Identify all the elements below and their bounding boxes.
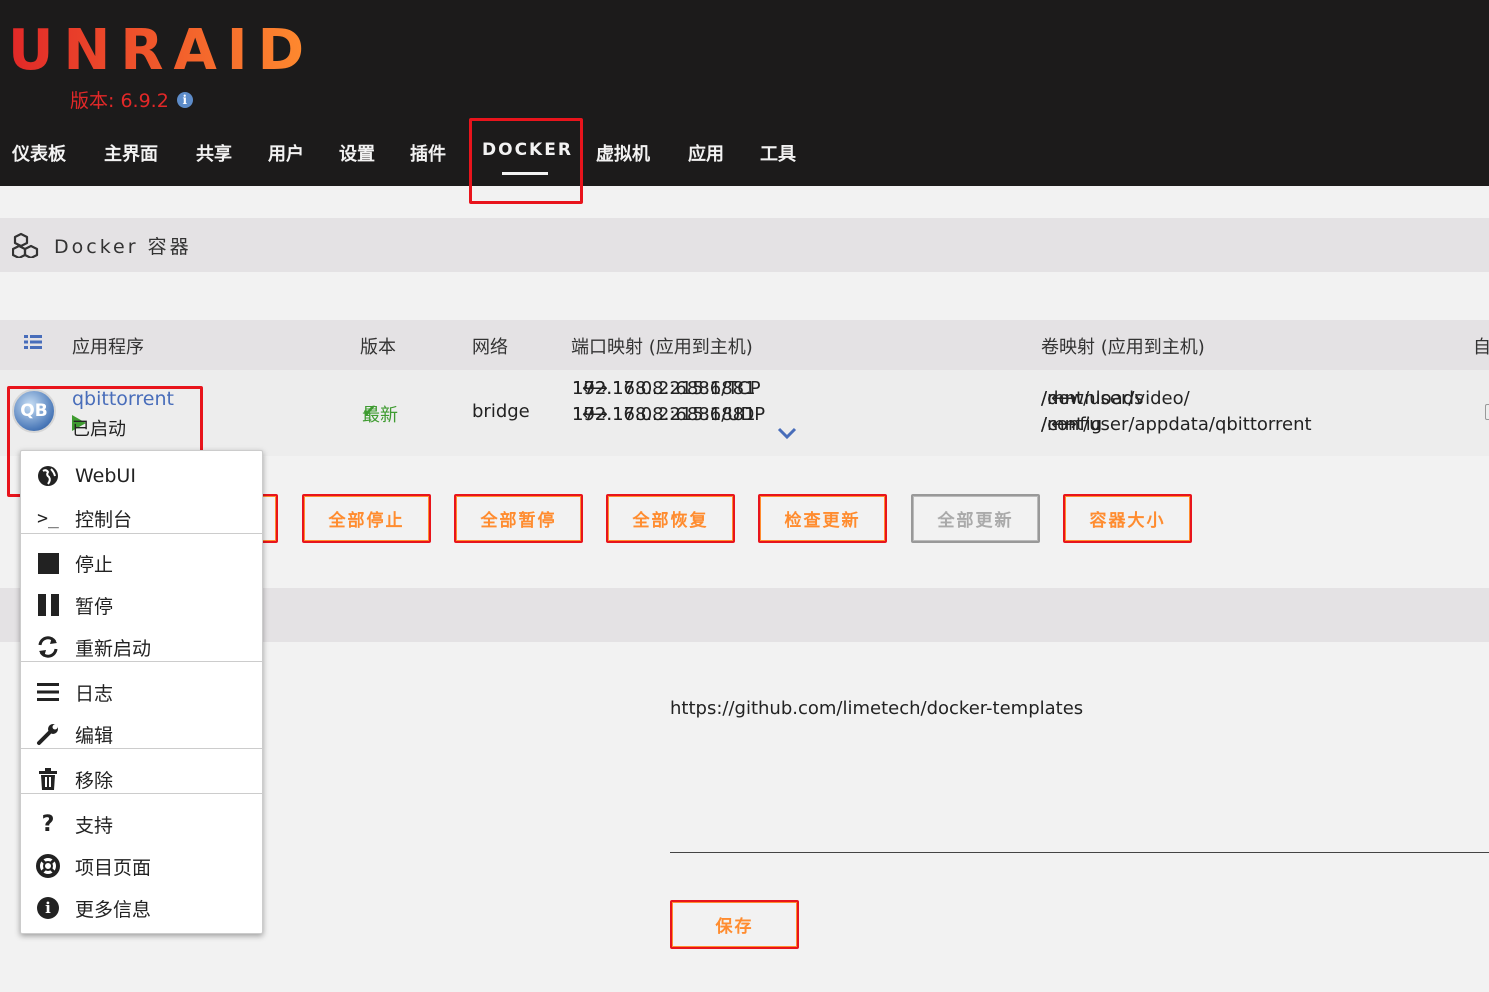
status-text: 已启动 — [72, 419, 126, 440]
stop-all-button[interactable]: 全部停止 — [302, 494, 431, 543]
nav-shares[interactable]: 共享 — [196, 140, 232, 166]
menu-label-project-page: 项目页面 — [75, 856, 152, 879]
menu-divider — [21, 661, 262, 662]
menu-divider — [21, 748, 262, 749]
volume-host-2: /mnt/user/appdata/qbittorrent — [1041, 414, 1312, 435]
pause-icon — [21, 594, 75, 616]
menu-divider — [21, 533, 262, 534]
menu-item-webui[interactable]: WebUI — [21, 458, 262, 494]
menu-item-console[interactable]: >_ 控制台 — [21, 500, 262, 536]
update-all-button[interactable]: 全部更新 — [911, 494, 1040, 543]
volume-host-1: /mnt/user/video/ — [1041, 388, 1190, 409]
version-text: 版本: 6.9.2 — [70, 90, 169, 112]
col-port-mappings[interactable]: 端口映射 (应用到主机) — [571, 333, 753, 359]
qbittorrent-app-icon[interactable]: QB — [12, 389, 56, 433]
menu-label-remove: 移除 — [75, 769, 114, 792]
col-version[interactable]: 版本 — [360, 333, 396, 359]
menu-label-edit: 编辑 — [75, 724, 114, 747]
container-size-button[interactable]: 容器大小 — [1063, 494, 1192, 543]
save-button[interactable]: 保存 — [670, 900, 799, 949]
col-network[interactable]: 网络 — [472, 333, 508, 359]
nav-vms[interactable]: 虚拟机 — [596, 140, 650, 166]
trash-icon — [21, 768, 75, 790]
menu-label-support: 支持 — [75, 814, 114, 837]
pause-all-button[interactable]: 全部暂停 — [454, 494, 583, 543]
cubes-icon — [12, 232, 39, 258]
menu-item-support[interactable]: ? 支持 — [21, 806, 262, 842]
menu-label-restart: 重新启动 — [75, 637, 152, 660]
menu-item-edit[interactable]: 编辑 — [21, 716, 262, 752]
autostart-toggle[interactable] — [1485, 404, 1489, 420]
port-host-1: 192.168.8.215:6881 — [572, 378, 756, 399]
lifebuoy-icon — [21, 854, 75, 878]
wrench-icon — [21, 722, 75, 746]
menu-label-pause: 暂停 — [75, 595, 114, 618]
nav-docker[interactable]: DOCKER — [482, 140, 573, 175]
nav-users[interactable]: 用户 — [268, 140, 304, 166]
check-updates-button[interactable]: 检查更新 — [758, 494, 887, 543]
menu-label-more-info: 更多信息 — [75, 898, 152, 921]
refresh-icon — [21, 636, 75, 658]
nav-dashboard[interactable]: 仪表板 — [12, 140, 66, 166]
section-title: Docker 容器 — [54, 235, 192, 258]
table-row: qbittorrent 已启动 ✔ 最新 bridge 172.17.0.2:68… — [0, 370, 1489, 456]
menu-item-logs[interactable]: 日志 — [21, 674, 262, 710]
template-repo-url[interactable]: https://github.com/limetech/docker-templ… — [670, 698, 1083, 719]
question-icon: ? — [41, 811, 55, 837]
list-icon — [21, 683, 75, 701]
col-application[interactable]: 应用程序 — [72, 333, 144, 359]
info-icon[interactable]: i — [176, 91, 193, 108]
menu-item-restart[interactable]: 重新启动 — [21, 629, 262, 665]
nav-apps[interactable]: 应用 — [688, 140, 724, 166]
table-header: 应用程序 版本 网络 端口映射 (应用到主机) 卷映射 (应用到主机) 自 — [0, 320, 1489, 370]
top-header: UNRAID 版本: 6.9.2 i 仪表板 主界面 共享 用户 设置 插件 D… — [0, 0, 1489, 186]
unraid-logo[interactable]: UNRAID — [8, 18, 314, 83]
terminal-icon: >_ — [37, 507, 59, 529]
menu-label-stop: 停止 — [75, 553, 114, 576]
menu-item-pause[interactable]: 暂停 — [21, 587, 262, 623]
menu-item-project-page[interactable]: 项目页面 — [21, 848, 262, 884]
network-value: bridge — [472, 401, 530, 422]
menu-label-logs: 日志 — [75, 682, 114, 705]
menu-divider — [21, 793, 262, 794]
menu-label-console: 控制台 — [75, 508, 133, 531]
globe-icon — [21, 465, 75, 487]
version-text: 最新 — [362, 405, 398, 426]
info-icon: i — [21, 897, 75, 919]
port-host-2: 192.168.8.215:6881 — [572, 404, 756, 425]
nav-main[interactable]: 主界面 — [104, 140, 158, 166]
resume-all-button[interactable]: 全部恢复 — [606, 494, 735, 543]
menu-label-webui: WebUI — [75, 465, 136, 487]
col-volume-mappings[interactable]: 卷映射 (应用到主机) — [1041, 333, 1205, 359]
view-toggle-icon[interactable] — [24, 334, 42, 355]
version-label: 版本: 6.9.2 i — [70, 86, 193, 113]
template-repo-field-underline — [670, 852, 1489, 853]
container-name-link[interactable]: qbittorrent — [72, 388, 174, 410]
menu-item-stop[interactable]: 停止 — [21, 545, 262, 581]
chevron-down-icon[interactable] — [777, 424, 797, 445]
menu-item-remove[interactable]: 移除 — [21, 761, 262, 797]
menu-item-more-info[interactable]: i 更多信息 — [21, 890, 262, 926]
nav-tools[interactable]: 工具 — [760, 140, 796, 166]
container-context-menu: WebUI >_ 控制台 停止 暂停 重新启动 日志 编辑 移除 ? 支持 项目… — [20, 450, 263, 934]
nav-settings[interactable]: 设置 — [339, 140, 375, 166]
docker-section-bar: Docker 容器 — [0, 218, 1489, 272]
nav-plugins[interactable]: 插件 — [410, 140, 446, 166]
stop-icon — [21, 552, 75, 574]
col-autostart[interactable]: 自 — [1473, 333, 1489, 359]
